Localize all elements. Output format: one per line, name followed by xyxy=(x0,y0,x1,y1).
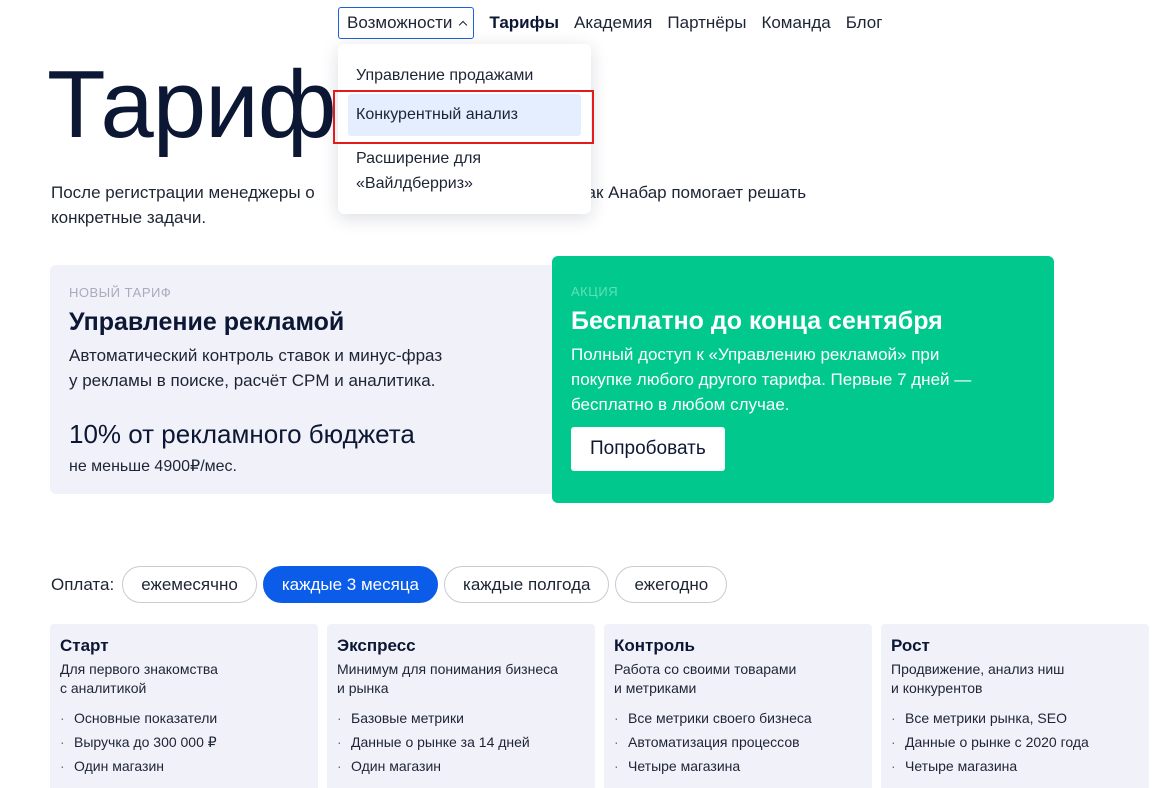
hero-subtitle-tail: как Анабар помогает решать xyxy=(578,183,807,202)
promo-card-desc-line2: покупке любого другого тарифа. Первые 7 … xyxy=(571,370,972,389)
plan-feature: Автоматизация процессов xyxy=(614,730,862,754)
plan-desc-line1: Для первого знакомства xyxy=(60,661,218,677)
ads-card-title: Управление рекламой xyxy=(69,308,345,336)
plan-desc-line1: Минимум для понимания бизнеса xyxy=(337,661,558,677)
hero-subtitle-start: После регистрации менеджеры о xyxy=(51,183,315,202)
plan-name: Рост xyxy=(891,636,930,655)
payment-period-selector: Оплата: ежемесячно каждые 3 месяца кажды… xyxy=(51,566,733,603)
plan-desc-line2: и конкурентов xyxy=(891,680,983,696)
plan-name: Старт xyxy=(60,636,109,655)
promo-card-desc-line3: бесплатно в любом случае. xyxy=(571,395,790,414)
top-nav: Возможности Тарифы Академия Партнёры Ком… xyxy=(338,7,882,39)
menu-item-competitive-analysis[interactable]: Конкурентный анализ xyxy=(348,94,581,136)
hero-subtitle-line2: конкретные задачи. xyxy=(51,208,207,227)
plan-feature: Один магазин xyxy=(60,754,308,778)
plan-desc: Работа со своими товарами и метриками xyxy=(614,660,862,698)
nav-link-academy[interactable]: Академия xyxy=(574,13,652,33)
plan-feature: Все метрики рынка, SEO xyxy=(891,706,1139,730)
menu-item-sales-management[interactable]: Управление продажами xyxy=(338,54,591,94)
plan-card-control[interactable]: Контроль Работа со своими товарами и метр… xyxy=(604,624,872,788)
plan-features: Все метрики своего бизнеса Автоматизация… xyxy=(614,706,862,778)
plan-feature: Все метрики своего бизнеса xyxy=(614,706,862,730)
ads-card-desc-line1: Автоматический контроль ставок и минус-ф… xyxy=(69,346,443,365)
ads-card-price-note: не меньше 4900₽/мес. xyxy=(69,458,237,475)
features-dropdown-toggle[interactable]: Возможности xyxy=(338,7,475,39)
plan-name: Контроль xyxy=(614,636,695,655)
plan-feature: Базовые метрики xyxy=(337,706,585,730)
nav-link-team[interactable]: Команда xyxy=(761,13,830,33)
plan-card-express[interactable]: Экспресс Минимум для понимания бизнеса и … xyxy=(327,624,595,788)
try-button[interactable]: Попробовать xyxy=(571,427,725,471)
plan-feature: Один магазин xyxy=(337,754,585,778)
ads-card-eyebrow: Новый тариф xyxy=(69,285,172,300)
ads-card-price: 10% от рекламного бюджета xyxy=(69,419,415,449)
plan-feature: Четыре магазина xyxy=(614,754,862,778)
plans-grid: Старт Для первого знакомства с аналитикой… xyxy=(50,624,1149,788)
plan-desc-line1: Работа со своими товарами xyxy=(614,661,797,677)
plan-feature: Основные показатели xyxy=(60,706,308,730)
plan-desc: Для первого знакомства с аналитикой xyxy=(60,660,308,698)
plan-features: Основные показатели Выручка до 300 000 ₽… xyxy=(60,706,308,778)
payment-option-half-year[interactable]: каждые полгода xyxy=(444,566,610,603)
nav-link-partners[interactable]: Партнёры xyxy=(667,13,746,33)
features-label: Возможности xyxy=(347,13,453,32)
plan-feature: Данные о рынке с 2020 года xyxy=(891,730,1139,754)
plan-desc: Минимум для понимания бизнеса и рынка xyxy=(337,660,585,698)
menu-item-wildberries-extension[interactable]: Расширение для «Вайлдберриз» xyxy=(338,136,591,196)
plan-name: Экспресс xyxy=(337,636,416,655)
plan-feature: Данные о рынке за 14 дней xyxy=(337,730,585,754)
plan-features: Все метрики рынка, SEO Данные о рынке с … xyxy=(891,706,1139,778)
chevron-up-icon xyxy=(459,20,468,30)
payment-option-quarterly[interactable]: каждые 3 месяца xyxy=(262,566,439,603)
plan-feature: Выручка до 300 000 ₽ xyxy=(60,730,308,754)
ads-card-desc: Автоматический контроль ставок и минус-ф… xyxy=(69,343,571,393)
plan-desc-line2: и рынка xyxy=(337,680,389,696)
plan-desc-line2: и метриками xyxy=(614,680,697,696)
promo-card-desc-line1: Полный доступ к «Управлению рекламой» пр… xyxy=(571,345,940,364)
promo-card-desc: Полный доступ к «Управлению рекламой» пр… xyxy=(571,342,1035,417)
promo-card-eyebrow: Акция xyxy=(571,284,619,299)
features-dropdown-menu: Управление продажами Конкурентный анализ… xyxy=(338,44,591,214)
payment-option-yearly[interactable]: ежегодно xyxy=(615,566,728,603)
nav-link-pricing[interactable]: Тарифы xyxy=(489,13,559,33)
plan-features: Базовые метрики Данные о рынке за 14 дне… xyxy=(337,706,585,778)
plan-feature: Четыре магазина xyxy=(891,754,1139,778)
payment-label: Оплата: xyxy=(51,574,115,594)
plan-desc: Продвижение, анализ ниш и конкурентов xyxy=(891,660,1139,698)
promo-card: Акция Бесплатно до конца сентября Полный… xyxy=(552,256,1054,503)
ads-card-desc-line2: у рекламы в поиске, расчёт CPM и аналити… xyxy=(69,371,436,390)
plan-card-growth[interactable]: Рост Продвижение, анализ ниш и конкуренто… xyxy=(881,624,1149,788)
nav-link-blog[interactable]: Блог xyxy=(846,13,883,33)
plan-card-start[interactable]: Старт Для первого знакомства с аналитикой… xyxy=(50,624,318,788)
promo-card-title: Бесплатно до конца сентября xyxy=(571,307,943,335)
plan-desc-line1: Продвижение, анализ ниш xyxy=(891,661,1065,677)
ads-plan-card: Новый тариф Управление рекламой Автомати… xyxy=(50,265,590,494)
plan-desc-line2: с аналитикой xyxy=(60,680,147,696)
payment-option-monthly[interactable]: ежемесячно xyxy=(122,566,257,603)
